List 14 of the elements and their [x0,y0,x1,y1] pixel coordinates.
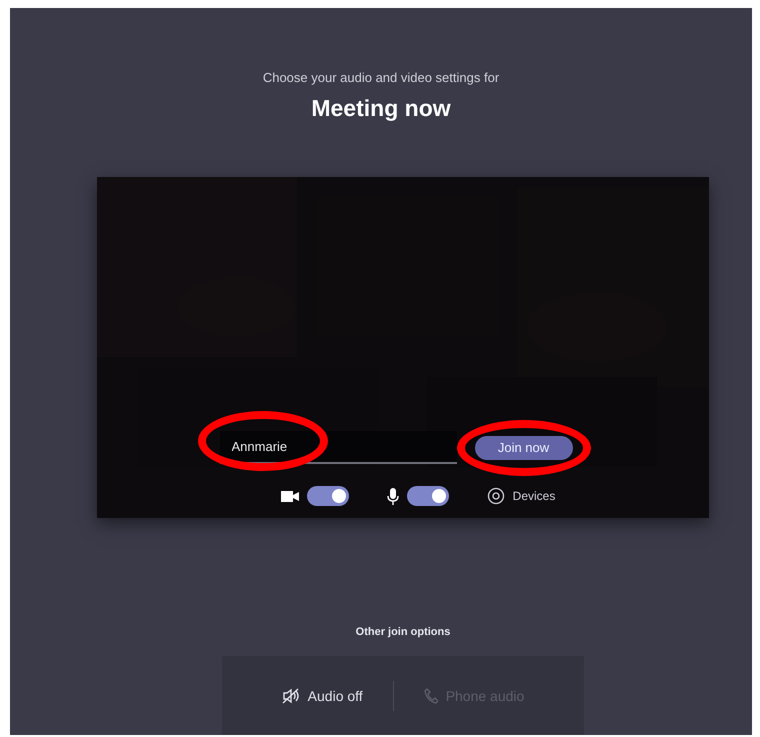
camera-toggle[interactable] [306,486,349,506]
section-heading: Other join options [356,626,450,638]
name-field[interactable]: Annmarie [220,431,456,464]
speaker-muted-icon [282,688,300,704]
microphone-toggle[interactable] [406,486,449,506]
settings-icon [486,487,505,505]
camera-icon [280,490,299,502]
devices-button[interactable]: Devices [486,487,556,505]
microphone-icon [386,488,399,504]
phone-icon [424,688,438,704]
join-option-button[interactable]: Audio off [266,682,379,710]
subtitle: Choose your audio and video settings for [262,70,500,85]
meeting-title: Meeting now [311,95,451,122]
join-button[interactable]: Join now [474,436,572,460]
